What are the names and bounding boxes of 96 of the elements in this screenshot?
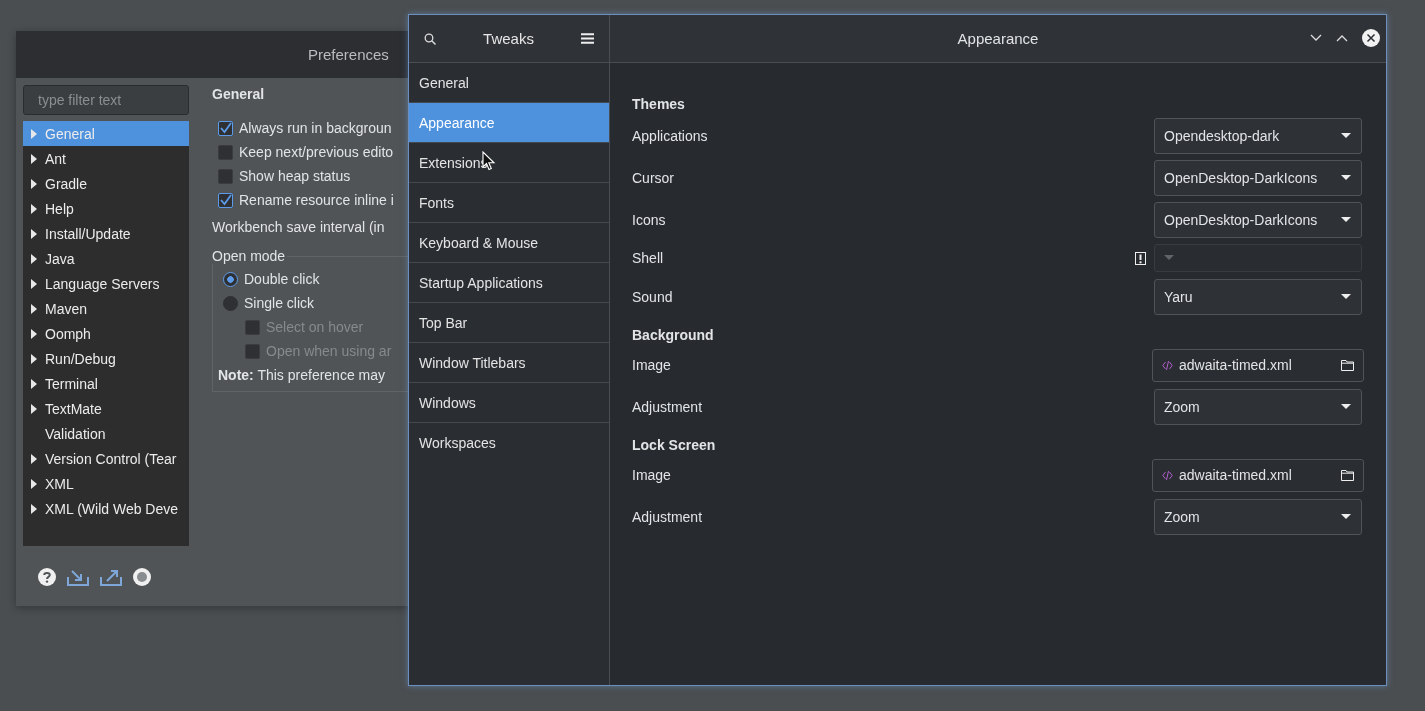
sidebar-item[interactable]: Fonts (409, 183, 609, 223)
setting-label: Adjustment (632, 509, 703, 525)
checkbox-option[interactable]: Rename resource inline i (212, 188, 410, 212)
section-heading: Lock Screen (632, 437, 717, 455)
expand-icon[interactable] (31, 503, 37, 514)
caret-icon (1341, 294, 1351, 300)
file-chooser[interactable]: adwaita-timed.xml (1152, 458, 1364, 492)
sidebar-item[interactable]: Startup Applications (409, 263, 609, 303)
section-heading: Themes (632, 96, 686, 114)
tree-item[interactable]: Ant (23, 146, 189, 171)
expand-icon[interactable] (31, 328, 37, 339)
checkbox[interactable] (218, 120, 233, 136)
folder-icon (1341, 469, 1354, 481)
expand-icon[interactable] (31, 303, 37, 314)
tree-item[interactable]: Gradle (23, 171, 189, 196)
search-icon[interactable] (424, 32, 436, 45)
menu-icon[interactable] (581, 33, 594, 44)
expand-icon[interactable] (31, 203, 37, 214)
sidebar-item[interactable]: Window Titlebars (409, 343, 609, 383)
app-title: Tweaks (483, 30, 534, 47)
caret-icon (1341, 217, 1351, 223)
checkbox[interactable] (218, 168, 233, 184)
expand-icon[interactable] (31, 228, 37, 239)
expand-icon[interactable] (31, 353, 37, 364)
setting-label: Applications (632, 128, 708, 144)
expand-icon[interactable] (31, 403, 37, 414)
dropdown[interactable]: OpenDesktop-DarkIcons (1154, 160, 1362, 196)
sidebar-item[interactable]: Top Bar (409, 303, 609, 343)
file-chooser[interactable]: adwaita-timed.xml (1152, 348, 1364, 382)
section-heading: Background (632, 327, 715, 345)
setting-label: Shell (632, 250, 664, 266)
setting-label: Image (632, 357, 671, 373)
tree-item[interactable]: Terminal (23, 371, 189, 396)
checkbox-option[interactable]: Keep next/previous edito (212, 140, 410, 164)
caret-icon (1164, 255, 1174, 261)
code-file-icon (1162, 469, 1173, 481)
setting-label: Sound (632, 289, 673, 305)
window-title: Preferences (308, 46, 389, 63)
expand-icon[interactable] (31, 478, 37, 489)
code-file-icon (1162, 359, 1173, 371)
page-title: Appearance (957, 30, 1039, 47)
caret-icon (1341, 133, 1351, 139)
group-label: Open mode (212, 248, 288, 264)
note-text: Note: This preference may (218, 366, 387, 385)
tree-item[interactable]: Validation (23, 421, 189, 446)
help-icon[interactable] (38, 568, 56, 586)
tree-item[interactable]: Java (23, 246, 189, 271)
expand-icon[interactable] (31, 178, 37, 189)
sidebar-item[interactable]: Keyboard & Mouse (409, 223, 609, 263)
expand-icon[interactable] (31, 253, 37, 264)
dropdown[interactable]: Zoom (1154, 499, 1362, 535)
minimize-icon[interactable] (1310, 34, 1322, 42)
caret-icon (1341, 404, 1351, 410)
setting-label: Cursor (632, 170, 674, 186)
setting-label: Icons (632, 212, 666, 228)
checkbox-option[interactable]: Show heap status (212, 164, 410, 188)
setting-label: Adjustment (632, 399, 703, 415)
dropdown[interactable]: OpenDesktop-DarkIcons (1154, 202, 1362, 238)
tree-item[interactable]: XML (Wild Web Deve (23, 496, 189, 521)
expand-icon[interactable] (31, 153, 37, 164)
dropdown[interactable]: Yaru (1154, 279, 1362, 315)
maximize-icon[interactable] (1336, 34, 1348, 42)
tree-item[interactable]: Install/Update (23, 221, 189, 246)
tree-item[interactable]: Run/Debug (23, 346, 189, 371)
sidebar-item[interactable]: Workspaces (409, 423, 609, 463)
record-icon[interactable] (133, 568, 151, 586)
save-interval-label: Workbench save interval (in (212, 218, 386, 237)
checkbox[interactable] (218, 144, 233, 160)
setting-label: Image (632, 467, 671, 483)
close-icon[interactable] (1362, 29, 1380, 47)
radio-option[interactable]: Double click (218, 267, 410, 291)
dropdown[interactable]: Opendesktop-dark (1154, 118, 1362, 154)
caret-icon (1341, 175, 1351, 181)
checkbox[interactable] (218, 192, 233, 208)
import-icon[interactable] (67, 568, 89, 586)
expand-icon[interactable] (31, 278, 37, 289)
expand-icon[interactable] (31, 378, 37, 389)
export-icon[interactable] (100, 568, 122, 586)
tree-item[interactable]: Language Servers (23, 271, 189, 296)
section-title: General (212, 85, 266, 104)
sidebar-item[interactable]: Windows (409, 383, 609, 423)
tree-item[interactable]: Maven (23, 296, 189, 321)
checkbox-option[interactable]: Always run in backgroun (212, 116, 410, 140)
filter-field[interactable]: type filter text (23, 85, 189, 115)
tree-item[interactable]: Oomph (23, 321, 189, 346)
dropdown[interactable]: Zoom (1154, 389, 1362, 425)
radio-button[interactable] (223, 295, 238, 311)
tree-item[interactable]: TextMate (23, 396, 189, 421)
tree-item[interactable]: Help (23, 196, 189, 221)
tree-item[interactable]: XML (23, 471, 189, 496)
folder-icon (1341, 359, 1354, 371)
radio-button[interactable] (223, 271, 238, 287)
expand-icon[interactable] (31, 453, 37, 464)
radio-option[interactable]: Single click (218, 291, 410, 315)
tree-item[interactable]: Version Control (Tear (23, 446, 189, 471)
caret-icon (1341, 514, 1351, 520)
